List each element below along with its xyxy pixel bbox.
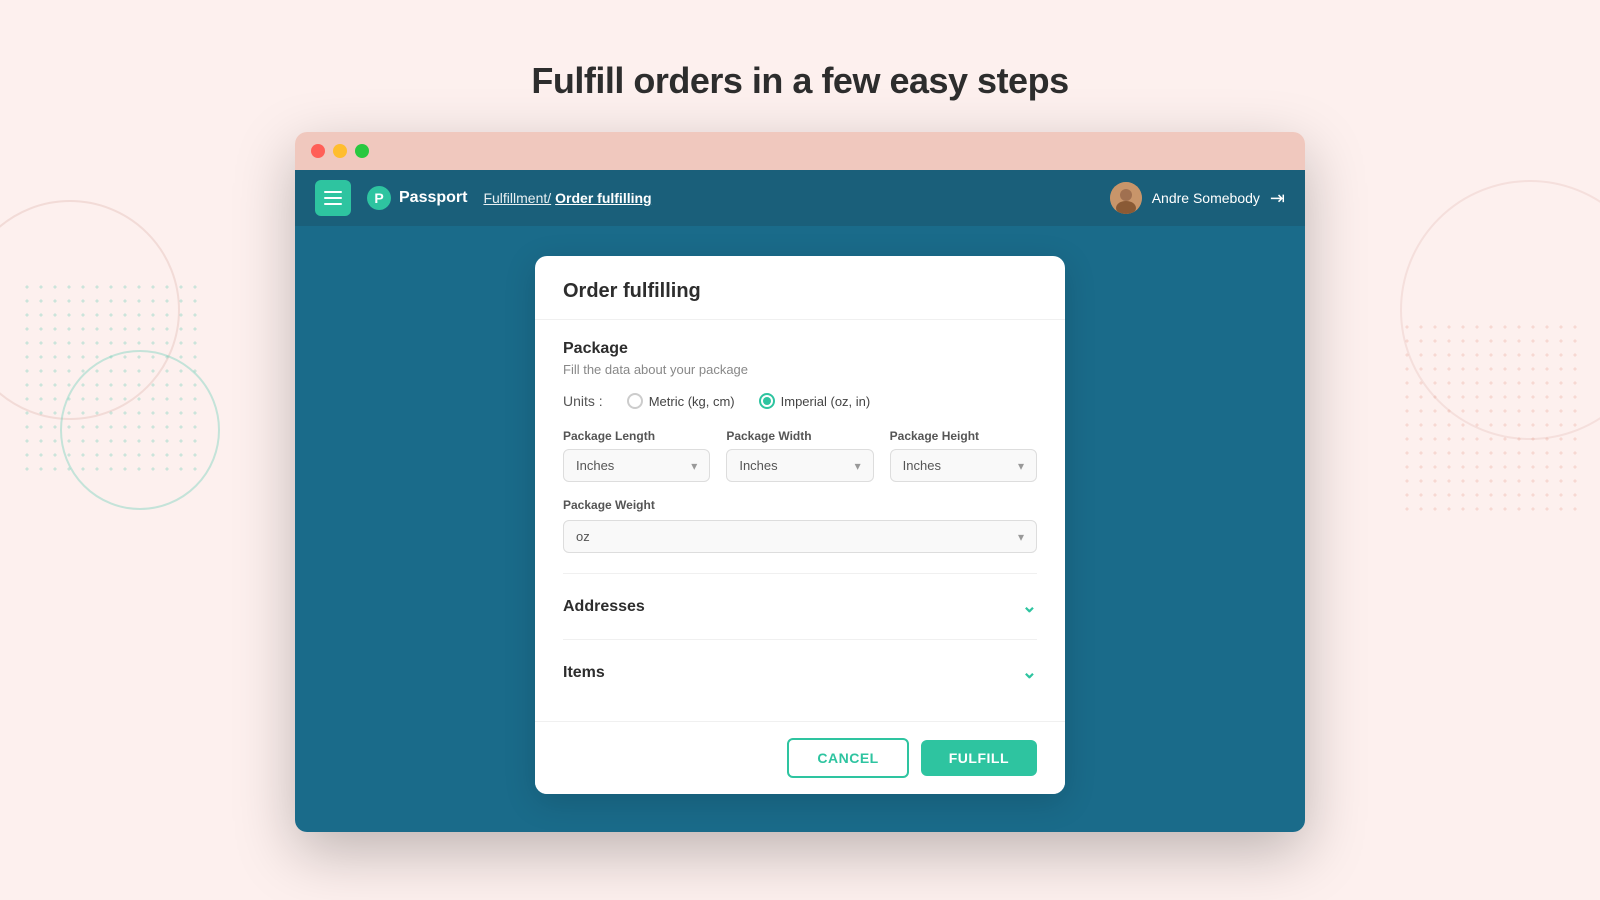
order-fulfilling-dialog: Order fulfilling Package Fill the data a… [535,256,1065,794]
field-package-length: Package Length Inches ▾ [563,429,710,482]
logout-icon[interactable]: ⇥ [1270,188,1285,209]
browser-dot-green[interactable] [355,144,369,158]
logo-area: P Passport [367,186,467,210]
package-length-label: Package Length [563,429,710,443]
bg-dots-left [20,280,200,480]
package-section-subtitle: Fill the data about your package [563,362,1037,377]
header-left: P Passport Fulfillment/ Order fulfilling [315,180,652,216]
package-length-value: Inches [576,458,614,473]
package-width-value: Inches [739,458,777,473]
package-section: Package Fill the data about your package… [563,340,1037,553]
divider-1 [563,573,1037,574]
units-row: Units : Metric (kg, cm) [563,393,1037,409]
avatar-image [1110,182,1142,214]
dialog-scroll-area[interactable]: Package Fill the data about your package… [535,320,1065,721]
package-height-label: Package Height [890,429,1037,443]
dialog-body: Package Fill the data about your package… [535,320,1065,721]
package-weight-label: Package Weight [563,498,1037,512]
header-right: Andre Somebody ⇥ [1110,182,1285,214]
breadcrumb-parent[interactable]: Fulfillment/ [483,190,551,206]
radio-imperial[interactable]: Imperial (oz, in) [759,393,871,409]
package-weight-value: oz [576,529,590,544]
radio-imperial-dot [763,397,771,405]
addresses-title: Addresses [563,598,645,616]
radio-metric-label: Metric (kg, cm) [649,394,735,409]
divider-2 [563,639,1037,640]
package-height-chevron: ▾ [1018,459,1024,473]
app-body: Order fulfilling Package Fill the data a… [295,226,1305,832]
package-length-chevron: ▾ [691,459,697,473]
package-width-chevron: ▾ [855,459,861,473]
fulfill-button[interactable]: FULFILL [921,740,1037,776]
cancel-button[interactable]: CANCEL [787,738,908,778]
radio-imperial-circle [759,393,775,409]
package-width-label: Package Width [726,429,873,443]
addresses-section[interactable]: Addresses ⌄ [563,578,1037,635]
logo-icon: P [367,186,391,210]
dialog-title: Order fulfilling [563,280,701,302]
field-package-weight: Package Weight [563,498,1037,512]
dimensions-fields: Package Length Inches ▾ Package Width In… [563,429,1037,482]
field-package-height: Package Height Inches ▾ [890,429,1037,482]
breadcrumb: Fulfillment/ Order fulfilling [483,190,651,206]
logo-text: Passport [399,189,467,207]
package-weight-select[interactable]: oz ▾ [563,520,1037,553]
package-section-title: Package [563,340,1037,358]
package-weight-chevron: ▾ [1018,530,1024,544]
addresses-chevron-icon: ⌄ [1022,596,1037,617]
user-name: Andre Somebody [1152,190,1260,206]
avatar [1110,182,1142,214]
items-title: Items [563,664,605,682]
field-package-width: Package Width Inches ▾ [726,429,873,482]
hamburger-line-2 [324,197,342,199]
dialog-footer: CANCEL FULFILL [535,721,1065,794]
browser-chrome [295,132,1305,170]
items-section[interactable]: Items ⌄ [563,644,1037,701]
hamburger-button[interactable] [315,180,351,216]
hamburger-line-3 [324,203,342,205]
browser-dot-yellow[interactable] [333,144,347,158]
browser-dot-red[interactable] [311,144,325,158]
hamburger-line-1 [324,191,342,193]
radio-metric-circle [627,393,643,409]
package-height-value: Inches [903,458,941,473]
bg-dots-right [1400,320,1580,520]
radio-imperial-label: Imperial (oz, in) [781,394,871,409]
package-height-select[interactable]: Inches ▾ [890,449,1037,482]
dialog-header: Order fulfilling [535,256,1065,320]
items-chevron-icon: ⌄ [1022,662,1037,683]
package-length-select[interactable]: Inches ▾ [563,449,710,482]
package-width-select[interactable]: Inches ▾ [726,449,873,482]
app-header: P Passport Fulfillment/ Order fulfilling… [295,170,1305,226]
page-title: Fulfill orders in a few easy steps [0,0,1600,132]
breadcrumb-current[interactable]: Order fulfilling [555,190,651,206]
browser-window: P Passport Fulfillment/ Order fulfilling… [295,132,1305,832]
units-label: Units : [563,393,603,409]
radio-metric[interactable]: Metric (kg, cm) [627,393,735,409]
